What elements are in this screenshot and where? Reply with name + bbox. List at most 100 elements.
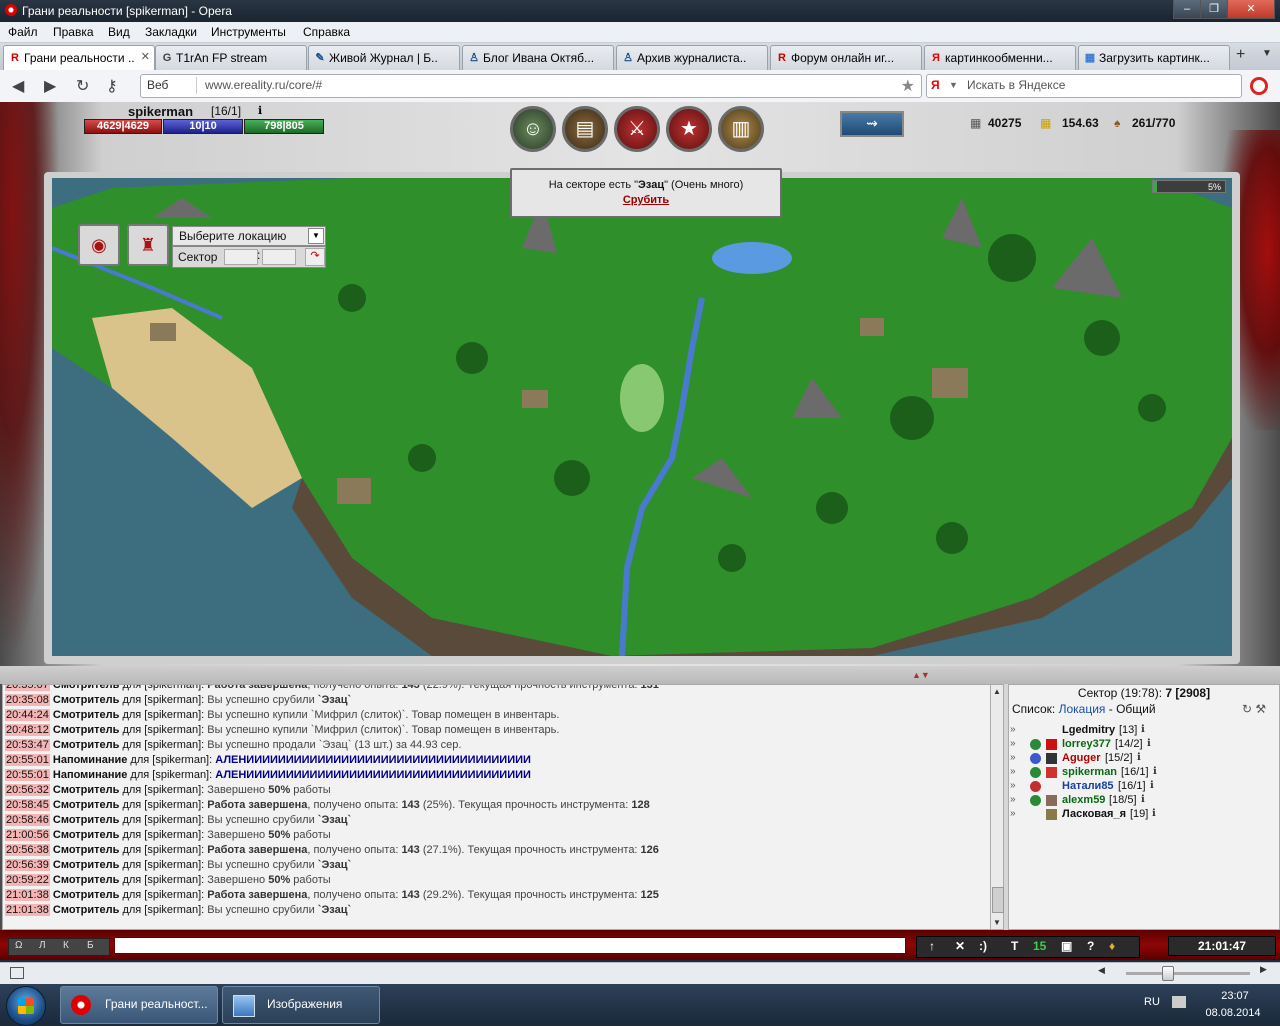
message-sender[interactable]: Напоминание bbox=[53, 754, 127, 766]
start-button[interactable] bbox=[6, 986, 46, 1026]
info-icon[interactable]: ℹ bbox=[258, 104, 262, 117]
player-row[interactable]: » spikerman [16/1] ℹ bbox=[1010, 766, 1278, 780]
private-message-icon[interactable]: » bbox=[1010, 724, 1016, 735]
player-name[interactable]: lorrey377 bbox=[1062, 738, 1111, 750]
message-time[interactable]: 20:55:01 bbox=[5, 769, 50, 781]
chat-input[interactable] bbox=[114, 937, 906, 954]
message-sender[interactable]: Смотритель bbox=[53, 814, 120, 826]
eye-view-icon[interactable]: ◉ bbox=[78, 224, 120, 266]
go-arrow-icon[interactable]: ↷ bbox=[305, 248, 325, 266]
player-row[interactable]: » Aguger [15/2] ℹ bbox=[1010, 752, 1278, 766]
mode-search-icon[interactable]: Ω bbox=[15, 940, 22, 951]
player-name[interactable]: alexm59 bbox=[1062, 794, 1105, 806]
language-indicator[interactable]: RU bbox=[1144, 996, 1160, 1008]
resize-arrows-icon[interactable]: ▲▼ bbox=[912, 670, 930, 680]
scroll-thumb[interactable] bbox=[992, 887, 1004, 913]
chevron-down-icon[interactable]: ▼ bbox=[949, 80, 958, 90]
location-link[interactable]: Локация bbox=[1059, 702, 1106, 716]
menu-view[interactable]: Вид bbox=[108, 25, 130, 39]
reload-icon[interactable]: ↻ bbox=[76, 76, 89, 96]
clan-icon[interactable] bbox=[1046, 809, 1057, 820]
chat-scrollbar[interactable]: ▲ ▼ bbox=[990, 684, 1004, 930]
player-name[interactable]: spikerman bbox=[128, 104, 193, 119]
private-message-icon[interactable]: » bbox=[1010, 752, 1016, 763]
info-icon[interactable]: ℹ bbox=[1150, 780, 1154, 791]
sector-y-input[interactable] bbox=[262, 249, 296, 265]
message-sender[interactable]: Смотритель bbox=[53, 874, 120, 886]
message-time[interactable]: 20:53:47 bbox=[5, 739, 50, 751]
url-text[interactable]: www.ereality.ru/core/# bbox=[205, 78, 322, 92]
message-time[interactable]: 20:55:01 bbox=[5, 754, 50, 766]
menu-edit[interactable]: Правка bbox=[53, 25, 94, 39]
tab-list-icon[interactable]: ▼ bbox=[1262, 48, 1272, 59]
message-sender[interactable]: Смотритель bbox=[53, 709, 120, 721]
message-time[interactable]: 21:00:56 bbox=[5, 829, 50, 841]
screenshot-icon[interactable]: ▣ bbox=[1061, 939, 1072, 953]
player-name[interactable]: Натали85 bbox=[1062, 780, 1114, 792]
scroll-up-icon[interactable]: ▲ bbox=[993, 687, 1001, 696]
chat-log[interactable]: 20:35:07 Смотритель для [spikerman]: Раб… bbox=[2, 684, 992, 930]
player-row[interactable]: » lorrey377 [14/2] ℹ bbox=[1010, 738, 1278, 752]
tab-upload[interactable]: ▦ Загрузить картинк... bbox=[1078, 45, 1230, 70]
zoom-slider[interactable] bbox=[1126, 972, 1250, 975]
tab-forum[interactable]: R Форум онлайн иг... bbox=[770, 45, 922, 70]
help-icon[interactable]: ? bbox=[1087, 939, 1094, 953]
message-sender[interactable]: Смотритель bbox=[53, 784, 120, 796]
bookmark-star-icon[interactable]: ★ bbox=[901, 76, 915, 96]
player-row[interactable]: » Натали85 [16/1] ℹ bbox=[1010, 780, 1278, 794]
menu-help[interactable]: Справка bbox=[303, 25, 350, 39]
close-button[interactable]: ✕ bbox=[1227, 0, 1275, 19]
system-time[interactable]: 23:07 bbox=[1200, 990, 1270, 1002]
refresh-timer[interactable]: 15 bbox=[1033, 939, 1046, 953]
chat-divider[interactable] bbox=[0, 666, 1280, 684]
private-message-icon[interactable]: » bbox=[1010, 808, 1016, 819]
clan-icon[interactable] bbox=[1046, 767, 1057, 778]
castle-location-icon[interactable]: ♜ bbox=[127, 224, 169, 266]
private-message-icon[interactable]: » bbox=[1010, 794, 1016, 805]
player-name[interactable]: Ласковая_я bbox=[1062, 808, 1126, 820]
tab-blog[interactable]: ♙ Блог Ивана Октяб... bbox=[462, 45, 614, 70]
menu-file[interactable]: Файл bbox=[8, 25, 38, 39]
new-tab-icon[interactable]: + bbox=[1236, 46, 1245, 64]
tab-stream[interactable]: G T1rAn FP stream bbox=[155, 45, 307, 70]
tab-archive[interactable]: ♙ Архив журналиста... bbox=[616, 45, 768, 70]
message-sender[interactable]: Смотритель bbox=[53, 844, 120, 856]
map-navigation-button[interactable]: ⇝ bbox=[840, 111, 904, 137]
tab-livejournal[interactable]: ✎ Живой Журнал | Б... bbox=[308, 45, 460, 70]
message-sender[interactable]: Смотритель bbox=[53, 739, 120, 751]
message-time[interactable]: 20:48:12 bbox=[5, 724, 50, 736]
menu-bookmarks[interactable]: Закладки bbox=[145, 25, 197, 39]
message-sender[interactable]: Смотритель bbox=[53, 889, 120, 901]
search-field[interactable]: Я ▼ Искать в Яндексе bbox=[926, 74, 1242, 98]
player-name[interactable]: Aguger bbox=[1062, 752, 1101, 764]
scroll-down-icon[interactable]: ▼ bbox=[993, 918, 1001, 927]
translit-icon[interactable]: T bbox=[1011, 939, 1018, 953]
player-row[interactable]: » Lgedmitry [13] ℹ bbox=[1010, 724, 1278, 738]
message-sender[interactable]: Напоминание bbox=[53, 769, 127, 781]
sector-x-input[interactable] bbox=[224, 249, 258, 265]
zoom-slider-thumb[interactable] bbox=[1162, 966, 1174, 981]
player-row[interactable]: » alexm59 [18/5] ℹ bbox=[1010, 794, 1278, 808]
player-name[interactable]: Lgedmitry bbox=[1062, 724, 1115, 736]
message-time[interactable]: 20:56:38 bbox=[5, 844, 50, 856]
back-icon[interactable]: ◀ bbox=[12, 76, 24, 96]
quest-book-icon[interactable]: ▥ bbox=[718, 106, 764, 152]
smiley-icon[interactable]: :) bbox=[979, 939, 987, 953]
message-sender[interactable]: Смотритель bbox=[53, 829, 120, 841]
private-message-icon[interactable]: » bbox=[1010, 766, 1016, 777]
info-icon[interactable]: ℹ bbox=[1141, 724, 1145, 735]
key-icon[interactable]: ⚷ bbox=[106, 76, 118, 96]
info-icon[interactable]: ℹ bbox=[1152, 808, 1156, 819]
minimize-button[interactable]: – bbox=[1173, 0, 1201, 19]
character-icon[interactable]: ☺ bbox=[510, 106, 556, 152]
info-icon[interactable]: ℹ bbox=[1141, 794, 1145, 805]
tab-ereality[interactable]: R Грани реальности ... ✕ bbox=[3, 45, 155, 70]
search-placeholder[interactable]: Искать в Яндексе bbox=[967, 78, 1065, 92]
message-time[interactable]: 20:44:24 bbox=[5, 709, 50, 721]
send-up-icon[interactable]: ↑ bbox=[929, 939, 935, 953]
menu-tools[interactable]: Инструменты bbox=[211, 25, 286, 39]
message-time[interactable]: 20:58:46 bbox=[5, 814, 50, 826]
player-name[interactable]: spikerman bbox=[1062, 766, 1117, 778]
private-message-icon[interactable]: » bbox=[1010, 780, 1016, 791]
mode-l-button[interactable]: Л bbox=[39, 940, 46, 951]
